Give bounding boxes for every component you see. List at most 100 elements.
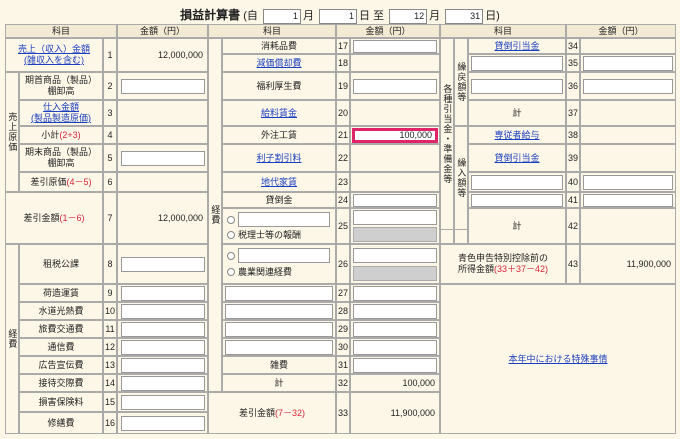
utilities-input[interactable] xyxy=(120,303,205,319)
radio-custom[interactable] xyxy=(227,215,235,224)
line-number: 34 xyxy=(566,38,580,54)
shipping-label: 荷造運賃 xyxy=(19,284,103,302)
formula-text: (7－32) xyxy=(275,407,306,418)
depreciation-link[interactable]: 減価償却費 xyxy=(256,58,301,69)
expense-29-name[interactable] xyxy=(225,321,333,337)
custom-expense-26-amount[interactable] xyxy=(353,247,437,263)
depreciation-label: 減価償却費 xyxy=(222,54,336,72)
provision-allowance-link[interactable]: 貸倒引当金 xyxy=(494,153,539,164)
purchases-label: 仕入金額 (製品製造原価) xyxy=(19,100,103,126)
line-number: 22 xyxy=(336,144,350,172)
expense-27-amount[interactable] xyxy=(353,285,437,301)
closing-inventory-input[interactable] xyxy=(120,150,205,166)
shipping-input[interactable] xyxy=(120,285,205,301)
provision-40-name[interactable] xyxy=(471,174,563,190)
advertising-input[interactable] xyxy=(120,357,205,373)
misc-input[interactable] xyxy=(353,357,437,373)
purchases-amount xyxy=(117,100,208,126)
custom-expense-26-name[interactable] xyxy=(238,248,330,263)
rent-link[interactable]: 地代家賃 xyxy=(261,177,297,188)
salaries-link[interactable]: 給料賃金 xyxy=(261,108,297,119)
radio-tax-accountant[interactable] xyxy=(227,231,235,240)
repairs-label: 修繕費 xyxy=(19,412,103,434)
supplies-input[interactable] xyxy=(353,39,437,53)
interest-link[interactable]: 利子割引料 xyxy=(256,153,301,164)
purchases-link-sub[interactable]: (製品製造原価) xyxy=(31,113,91,124)
reserve-36-name[interactable] xyxy=(471,78,563,94)
special-circumstances-link[interactable]: 本年中における特殊事情 xyxy=(508,354,607,365)
line-number: 31 xyxy=(336,356,350,374)
formula-text: (1－6) xyxy=(59,212,85,223)
provision-41-amount[interactable] xyxy=(583,193,673,207)
line-number: 3 xyxy=(103,100,117,126)
welfare-input[interactable] xyxy=(353,78,437,94)
amount-cell xyxy=(350,320,440,338)
reversals-group-label: 繰戻額等 xyxy=(454,38,468,126)
opening-inventory-label: 期首商品（製品） 棚卸高 xyxy=(19,72,103,100)
sales-link[interactable]: 売上（収入）金額 xyxy=(18,44,90,55)
sales-link-sub[interactable]: (雑収入を含む) xyxy=(24,55,84,66)
expense-27-name[interactable] xyxy=(225,285,333,301)
option-row xyxy=(227,212,330,227)
purchases-link[interactable]: 仕入金額 xyxy=(43,102,79,113)
col-item-header: 科目 xyxy=(5,24,117,38)
line-number: 26 xyxy=(336,244,350,284)
line-number: 36 xyxy=(566,72,580,100)
provision-40-amount[interactable] xyxy=(583,174,673,190)
option-row: 農業関連経費 xyxy=(227,267,292,278)
expense-28-amount[interactable] xyxy=(353,303,437,319)
radio-custom[interactable] xyxy=(227,251,235,260)
repairs-input[interactable] xyxy=(120,415,205,431)
expense-30-amount[interactable] xyxy=(353,339,437,355)
from-month-input[interactable]: 1 xyxy=(262,8,301,24)
label-text: 棚卸高 xyxy=(47,158,75,168)
line-number: 2 xyxy=(103,72,117,100)
custom-expense-25-amount[interactable] xyxy=(353,210,437,225)
bad-debts-input[interactable] xyxy=(353,193,437,207)
to-month-input[interactable]: 12 xyxy=(389,8,428,24)
taxes-label: 租税公課 xyxy=(19,244,103,284)
entertainment-input[interactable] xyxy=(120,375,205,391)
line-number: 4 xyxy=(103,126,117,144)
provision-row-41 xyxy=(468,192,566,208)
opening-inventory-input[interactable] xyxy=(120,78,205,94)
travel-input[interactable] xyxy=(120,321,205,337)
reserve-36-amount[interactable] xyxy=(583,78,673,94)
label-text: 棚卸高 xyxy=(47,86,75,96)
to-day-input[interactable]: 31 xyxy=(445,8,484,24)
salaries-label: 給料賃金 xyxy=(222,100,336,126)
line-number: 42 xyxy=(566,208,580,244)
provision-41-name[interactable] xyxy=(471,193,563,207)
rent-label: 地代家賃 xyxy=(222,172,336,192)
from-day-input[interactable]: 1 xyxy=(319,8,357,24)
month-label: 月 xyxy=(302,10,314,22)
reserve-35-name[interactable] xyxy=(471,55,563,71)
reserve-35-amount[interactable] xyxy=(583,55,673,71)
insurance-input[interactable] xyxy=(120,394,205,410)
label-text: 所得金額 xyxy=(457,264,494,274)
formula-text: (4－5) xyxy=(66,176,92,187)
amount-cell xyxy=(580,172,676,192)
taxes-input[interactable] xyxy=(120,256,205,272)
form-header: 損益計算書 (自 1月 1日 至 12 月 31 日) xyxy=(0,6,680,24)
expense-row-27 xyxy=(222,284,336,302)
radio-agriculture[interactable] xyxy=(227,268,235,277)
allowance-link[interactable]: 貸倒引当金 xyxy=(494,41,539,52)
communication-input[interactable] xyxy=(120,339,205,355)
depreciation-amount xyxy=(350,54,440,72)
expense-28-name[interactable] xyxy=(225,303,333,319)
amount-cell xyxy=(580,72,676,100)
formula-text: (33＋37－42) xyxy=(493,264,549,274)
expense-total-label: 計 xyxy=(222,374,336,392)
custom-expense-25-name[interactable] xyxy=(238,212,330,227)
outsourcing-input[interactable]: 100,000 xyxy=(352,127,438,143)
expense-30-name[interactable] xyxy=(225,339,333,355)
special-circumstances-box: 本年中における特殊事情 xyxy=(440,284,676,434)
amount-cell xyxy=(350,208,440,244)
expense-row-28 xyxy=(222,302,336,320)
expense-29-amount[interactable] xyxy=(353,321,437,337)
line-number: 24 xyxy=(336,192,350,208)
amount-cell xyxy=(350,192,440,208)
family-salary-link[interactable]: 専従者給与 xyxy=(494,130,539,141)
line-number: 17 xyxy=(336,38,350,54)
